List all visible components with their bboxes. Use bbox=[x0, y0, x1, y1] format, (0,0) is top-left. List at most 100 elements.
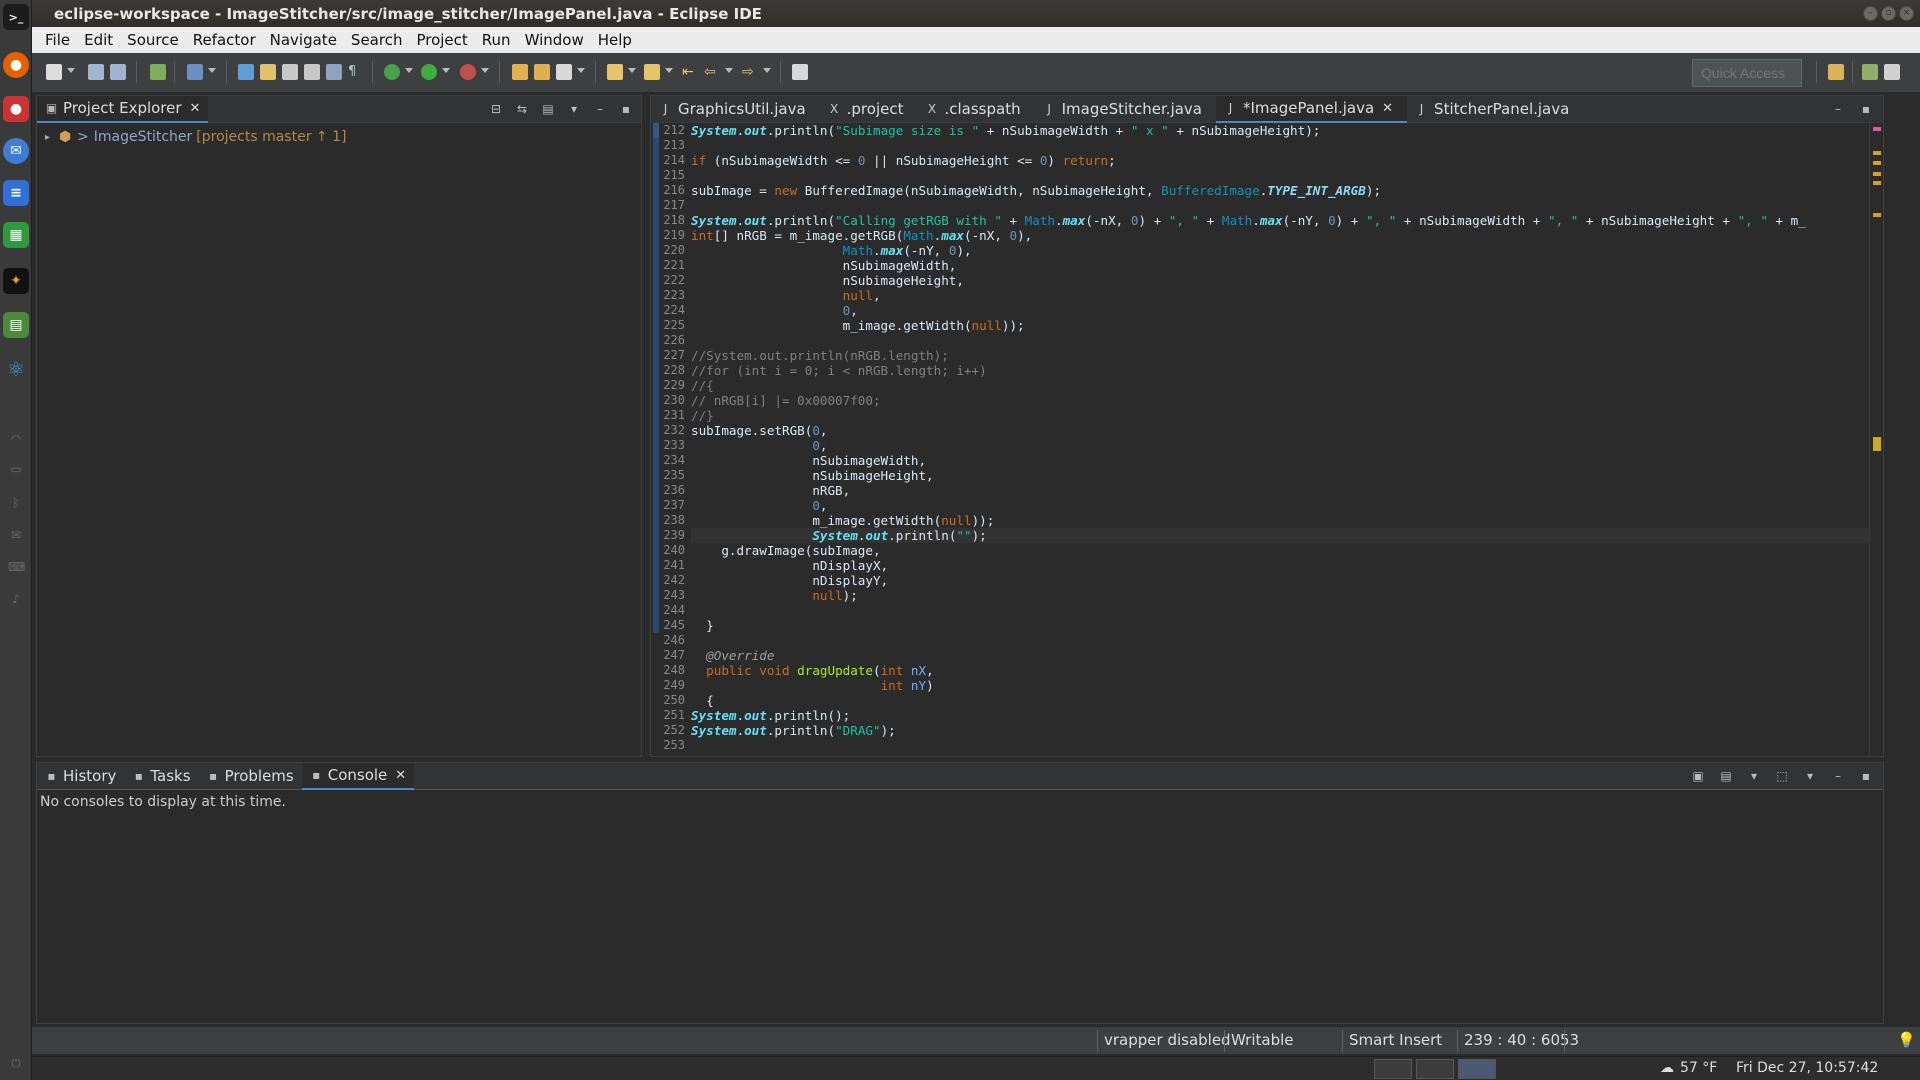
code-line[interactable]: int[] nRGB = m_image.getRGB(Math.max(-nX… bbox=[691, 228, 1869, 243]
menu-navigate[interactable]: Navigate bbox=[263, 31, 344, 49]
whitespace-icon[interactable] bbox=[326, 64, 342, 80]
new-java-project-icon[interactable] bbox=[512, 64, 528, 80]
maximize-editor-icon[interactable]: ▪ bbox=[1859, 102, 1873, 116]
warning-marker[interactable] bbox=[1873, 181, 1881, 185]
pilcrow-icon[interactable]: ¶ bbox=[348, 64, 364, 80]
mark-occurrences-icon[interactable] bbox=[260, 64, 276, 80]
code-line[interactable]: m_image.getWidth(null)); bbox=[691, 318, 1869, 333]
error-marker[interactable] bbox=[1873, 127, 1881, 131]
maximize-button[interactable]: ▫ bbox=[1881, 6, 1896, 21]
code-line[interactable]: // nRGB[i] |= 0x00007f00; bbox=[691, 393, 1869, 408]
clock[interactable]: Fri Dec 27, 10:57:42 bbox=[1736, 1060, 1878, 1076]
code-line[interactable]: nDisplayY, bbox=[691, 573, 1869, 588]
menu-refactor[interactable]: Refactor bbox=[186, 31, 263, 49]
warning-marker[interactable] bbox=[1873, 172, 1881, 176]
code-line[interactable]: //{ bbox=[691, 378, 1869, 393]
code-line[interactable]: subImage = new BufferedImage(nSubimageWi… bbox=[691, 183, 1869, 198]
back-dropdown-icon[interactable] bbox=[725, 68, 733, 73]
filter-icon[interactable]: ▤ bbox=[541, 102, 555, 116]
tree-item-project[interactable]: ▸ ⬢ > ImageStitcher [projects master ↑ 1… bbox=[37, 123, 641, 145]
code-line[interactable] bbox=[691, 738, 1869, 753]
code-line[interactable] bbox=[691, 138, 1869, 153]
code-line[interactable]: 0, bbox=[691, 438, 1869, 453]
word-wrap-icon[interactable] bbox=[304, 64, 320, 80]
code-line[interactable]: nRGB, bbox=[691, 483, 1869, 498]
system-monitor-icon[interactable]: ▤ bbox=[3, 312, 29, 338]
gimp-icon[interactable]: ✦ bbox=[3, 268, 29, 294]
close-icon[interactable]: ✕ bbox=[395, 768, 406, 783]
minimize-view-icon[interactable]: – bbox=[1831, 769, 1845, 783]
code-editor[interactable]: 212 213 214 215 216 217 218 219 220 221 222 223 224 2… bbox=[651, 123, 1869, 756]
debug-perspective-icon[interactable] bbox=[1884, 64, 1900, 80]
editor-tab[interactable]: J ImageStitcher.java bbox=[1035, 96, 1216, 123]
next-annotation-icon[interactable] bbox=[607, 64, 623, 80]
code-line[interactable]: //} bbox=[691, 408, 1869, 423]
code-line[interactable]: } bbox=[691, 618, 1869, 633]
code-line[interactable]: nSubimageHeight, bbox=[691, 273, 1869, 288]
build-dropdown-icon[interactable] bbox=[208, 68, 216, 73]
code-line[interactable]: int nY) bbox=[691, 678, 1869, 693]
back-icon[interactable]: ⇦ bbox=[704, 64, 720, 80]
menu-source[interactable]: Source bbox=[120, 31, 186, 49]
editor-tab[interactable]: J *ImagePanel.java ✕ bbox=[1216, 95, 1408, 123]
code-line[interactable]: 0, bbox=[691, 303, 1869, 318]
code-line[interactable]: m_image.getWidth(null)); bbox=[691, 513, 1869, 528]
code-line[interactable]: nSubimageWidth, bbox=[691, 453, 1869, 468]
code-line[interactable]: System.out.println("Calling getRGB with … bbox=[691, 213, 1869, 228]
maximize-view-icon[interactable]: ▪ bbox=[1859, 769, 1873, 783]
code-line[interactable] bbox=[691, 633, 1869, 648]
menu-edit[interactable]: Edit bbox=[77, 31, 120, 49]
editor-tab[interactable]: J GraphicsUtil.java bbox=[651, 96, 820, 123]
minimize-button[interactable]: – bbox=[1863, 6, 1878, 21]
save-all-icon[interactable] bbox=[110, 64, 126, 80]
skip-breakpoints-icon[interactable] bbox=[150, 64, 166, 80]
code-line[interactable]: //for (int i = 0; i < nRGB.length; i++) bbox=[691, 363, 1869, 378]
code-line[interactable]: System.out.println(); bbox=[691, 708, 1869, 723]
menu-help[interactable]: Help bbox=[591, 31, 639, 49]
external-tools-icon[interactable] bbox=[460, 64, 476, 80]
new-class-dropdown-icon[interactable] bbox=[577, 68, 585, 73]
bottom-tab[interactable]: ▪ History bbox=[37, 763, 124, 790]
toggle-block-icon[interactable] bbox=[282, 64, 298, 80]
code-line[interactable]: System.out.println("DRAG"); bbox=[691, 723, 1869, 738]
code-line[interactable]: if (nSubimageWidth <= 0 || nSubimageHeig… bbox=[691, 153, 1869, 168]
view-menu-icon[interactable]: ▾ bbox=[567, 102, 581, 116]
run-icon[interactable] bbox=[421, 64, 437, 80]
code-line[interactable] bbox=[691, 603, 1869, 618]
run-dropdown-icon[interactable] bbox=[442, 68, 450, 73]
occurrence-marker[interactable] bbox=[1873, 437, 1881, 451]
new-icon[interactable] bbox=[46, 64, 62, 80]
menu-project[interactable]: Project bbox=[409, 31, 474, 49]
collapse-all-icon[interactable]: ⊟ bbox=[489, 102, 503, 116]
pin-console-icon[interactable]: ⬚ bbox=[1775, 769, 1789, 783]
code-line[interactable]: //System.out.println(nRGB.length); bbox=[691, 348, 1869, 363]
close-icon[interactable]: ✕ bbox=[1382, 101, 1393, 116]
code-line[interactable] bbox=[691, 198, 1869, 213]
new-dropdown-icon[interactable] bbox=[67, 68, 75, 73]
power-icon[interactable]: ⏻ bbox=[8, 1056, 24, 1070]
code-line[interactable]: null, bbox=[691, 288, 1869, 303]
red-app-icon[interactable]: ● bbox=[3, 96, 29, 122]
warning-marker[interactable] bbox=[1873, 151, 1881, 155]
code-line[interactable]: subImage.setRGB(0, bbox=[691, 423, 1869, 438]
code-line[interactable]: nDisplayX, bbox=[691, 558, 1869, 573]
code-line[interactable] bbox=[691, 168, 1869, 183]
menu-search[interactable]: Search bbox=[344, 31, 410, 49]
java-perspective-icon[interactable] bbox=[1862, 64, 1878, 80]
code-line[interactable]: System.out.println(""); bbox=[691, 528, 1869, 543]
open-perspective-icon[interactable] bbox=[1828, 64, 1844, 80]
code-line[interactable]: 0, bbox=[691, 498, 1869, 513]
window-titlebar[interactable]: eclipse-workspace - ImageStitcher/src/im… bbox=[32, 0, 1920, 27]
minimize-editor-icon[interactable]: – bbox=[1831, 102, 1845, 116]
display-console-icon[interactable]: ▣ bbox=[1691, 769, 1705, 783]
warning-marker[interactable] bbox=[1873, 161, 1881, 165]
bottom-tab[interactable]: ▪ Console ✕ bbox=[301, 762, 415, 790]
menu-run[interactable]: Run bbox=[475, 31, 518, 49]
debug-dropdown-icon[interactable] bbox=[405, 68, 413, 73]
open-console-dropdown-icon[interactable]: ▾ bbox=[1747, 769, 1761, 783]
thunderbird-icon[interactable]: ✉ bbox=[3, 138, 29, 164]
code-line[interactable]: Math.max(-nY, 0), bbox=[691, 243, 1869, 258]
next-annotation-dropdown-icon[interactable] bbox=[628, 68, 636, 73]
new-package-icon[interactable] bbox=[534, 64, 550, 80]
minimize-view-icon[interactable]: – bbox=[593, 102, 607, 116]
